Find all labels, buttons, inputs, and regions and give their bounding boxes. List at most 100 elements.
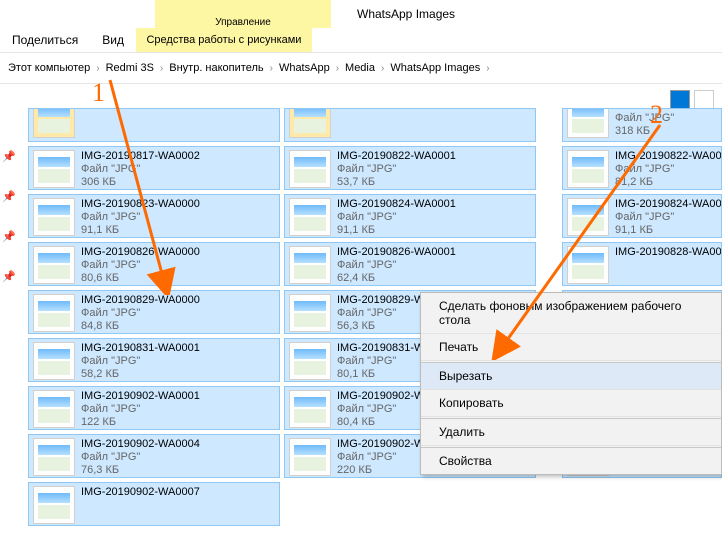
contextual-tools-header: Управление xyxy=(155,0,331,28)
file-tile[interactable]: IMG-20190826-WA0000Файл "JPG"80,6 КБ xyxy=(28,242,280,286)
chevron-right-icon[interactable]: › xyxy=(96,63,99,74)
file-size: 62,4 КБ xyxy=(337,272,456,285)
menu-delete[interactable]: Удалить xyxy=(421,419,721,446)
file-size: 306 КБ xyxy=(81,176,200,189)
file-name: IMG-20190822-WA0003 xyxy=(615,150,722,163)
folder-tile-partial[interactable] xyxy=(28,108,280,142)
crumb-this-pc[interactable]: Этот компьютер xyxy=(8,62,90,74)
folder-tile-partial[interactable] xyxy=(284,108,536,142)
file-name: IMG-20190817-WA0002 xyxy=(81,150,200,163)
file-type: Файл "JPG" xyxy=(81,403,200,416)
file-tile[interactable]: IMG-20190902-WA0001Файл "JPG"122 КБ xyxy=(28,386,280,430)
quick-access-pins: 📌 📌 📌 📌 xyxy=(2,150,12,280)
file-type: Файл "JPG" xyxy=(81,355,200,368)
chevron-right-icon[interactable]: › xyxy=(160,63,163,74)
file-tile[interactable]: IMG-20190902-WA0004Файл "JPG"76,3 КБ xyxy=(28,434,280,478)
file-name: IMG-20190831-WA0001 xyxy=(81,342,200,355)
file-tile[interactable]: IMG-20190828-WA0000 xyxy=(562,242,722,286)
annotation-number-1: 1 xyxy=(92,78,105,108)
file-name: IMG-20190829-WA0000 xyxy=(81,294,200,307)
file-size: 76,3 КБ xyxy=(81,464,200,477)
image-file-icon xyxy=(289,198,331,236)
file-tile[interactable]: IMG-20190831-WA0001Файл "JPG"58,2 КБ xyxy=(28,338,280,382)
pin-icon: 📌 xyxy=(2,230,12,240)
file-name: IMG-20190823-WA0000 xyxy=(81,198,200,211)
pin-icon: 📌 xyxy=(2,190,12,200)
menu-print[interactable]: Печать xyxy=(421,334,721,361)
file-type: Файл "JPG" xyxy=(337,259,456,272)
file-type: Файл "JPG" xyxy=(81,307,200,320)
file-size: 91,1 КБ xyxy=(337,224,456,237)
ribbon-tabs: Поделиться Вид Средства работы с рисунка… xyxy=(0,28,722,53)
file-size: 91,1 КБ xyxy=(81,224,200,237)
menu-properties[interactable]: Свойства xyxy=(421,448,721,474)
breadcrumb[interactable]: Этот компьютер › Redmi 3S › Внутр. накопит… xyxy=(0,53,722,84)
menu-set-wallpaper[interactable]: Сделать фоновым изображением рабочего ст… xyxy=(421,293,721,334)
file-type: Файл "JPG" xyxy=(615,211,722,224)
file-size: 318 КБ xyxy=(615,125,674,138)
file-tile[interactable]: IMG-20190826-WA0001Файл "JPG"62,4 КБ xyxy=(284,242,536,286)
file-tile[interactable]: IMG-20190824-WA0001Файл "JPG"91,1 КБ xyxy=(284,194,536,238)
view-mode-buttons xyxy=(670,90,714,110)
tab-view[interactable]: Вид xyxy=(102,33,124,47)
file-tile[interactable]: IMG-20190822-WA0001Файл "JPG"53,7 КБ xyxy=(284,146,536,190)
file-name: IMG-20190824-WA0001 xyxy=(337,198,456,211)
menu-copy[interactable]: Копировать xyxy=(421,390,721,417)
chevron-right-icon[interactable]: › xyxy=(270,63,273,74)
pin-icon: 📌 xyxy=(2,150,12,160)
image-file-icon xyxy=(567,198,609,236)
image-file-icon xyxy=(289,390,331,428)
folder-icon xyxy=(289,108,331,138)
crumb-media[interactable]: Media xyxy=(345,62,375,74)
image-file-icon xyxy=(33,438,75,476)
file-tile[interactable]: IMG-20190822-WA0003Файл "JPG"81,2 КБ xyxy=(562,146,722,190)
file-tile[interactable]: IMG-20190829-WA0000Файл "JPG"84,8 КБ xyxy=(28,290,280,334)
image-file-icon xyxy=(33,342,75,380)
file-name: IMG-20190826-WA0001 xyxy=(337,246,456,259)
file-tile[interactable]: IMG-20190823-WA0000Файл "JPG"91,1 КБ xyxy=(28,194,280,238)
file-tile[interactable]: IMG-20190902-WA0007 xyxy=(28,482,280,526)
crumb-images[interactable]: WhatsApp Images xyxy=(390,62,480,74)
image-file-icon xyxy=(33,486,75,524)
image-file-icon xyxy=(33,150,75,188)
tab-share[interactable]: Поделиться xyxy=(12,33,78,47)
image-file-icon xyxy=(33,294,75,332)
file-size: 84,8 КБ xyxy=(81,320,200,333)
file-type: Файл "JPG" xyxy=(337,211,456,224)
file-type: Файл "JPG" xyxy=(81,163,200,176)
file-type: Файл "JPG" xyxy=(615,112,674,125)
image-file-icon xyxy=(289,246,331,284)
view-preview-icon[interactable] xyxy=(694,90,714,110)
menu-cut[interactable]: Вырезать xyxy=(421,363,721,390)
file-size: 53,7 КБ xyxy=(337,176,456,189)
crumb-whatsapp[interactable]: WhatsApp xyxy=(279,62,330,74)
image-file-icon xyxy=(289,342,331,380)
crumb-device[interactable]: Redmi 3S xyxy=(106,62,154,74)
annotation-number-2: 2 xyxy=(650,100,663,130)
file-type: Файл "JPG" xyxy=(337,163,456,176)
file-tile[interactable]: IMG-20190817-WA0002Файл "JPG"306 КБ xyxy=(28,146,280,190)
file-size: 80,6 КБ xyxy=(81,272,200,285)
image-file-icon xyxy=(567,150,609,188)
file-type: Файл "JPG" xyxy=(81,259,200,272)
folder-icon xyxy=(33,108,75,138)
chevron-right-icon[interactable]: › xyxy=(381,63,384,74)
image-file-icon xyxy=(567,246,609,284)
file-size: 81,2 КБ xyxy=(615,176,722,189)
file-name: IMG-20190902-WA0004 xyxy=(81,438,200,451)
file-tile-partial[interactable]: Файл "JPG"318 КБ xyxy=(562,108,722,142)
image-file-icon xyxy=(289,438,331,476)
file-type: Файл "JPG" xyxy=(81,451,200,464)
file-type: Файл "JPG" xyxy=(615,163,722,176)
image-file-icon xyxy=(33,198,75,236)
image-file-icon xyxy=(567,108,609,138)
chevron-right-icon[interactable]: › xyxy=(336,63,339,74)
tab-picture-tools[interactable]: Средства работы с рисунками xyxy=(136,28,312,52)
window-title: WhatsApp Images xyxy=(357,7,455,21)
view-details-icon[interactable] xyxy=(670,90,690,110)
chevron-right-icon[interactable]: › xyxy=(486,63,489,74)
image-file-icon xyxy=(289,294,331,332)
file-tile[interactable]: IMG-20190824-WA0003Файл "JPG"91,1 КБ xyxy=(562,194,722,238)
file-name: IMG-20190826-WA0000 xyxy=(81,246,200,259)
crumb-storage[interactable]: Внутр. накопитель xyxy=(169,62,263,74)
